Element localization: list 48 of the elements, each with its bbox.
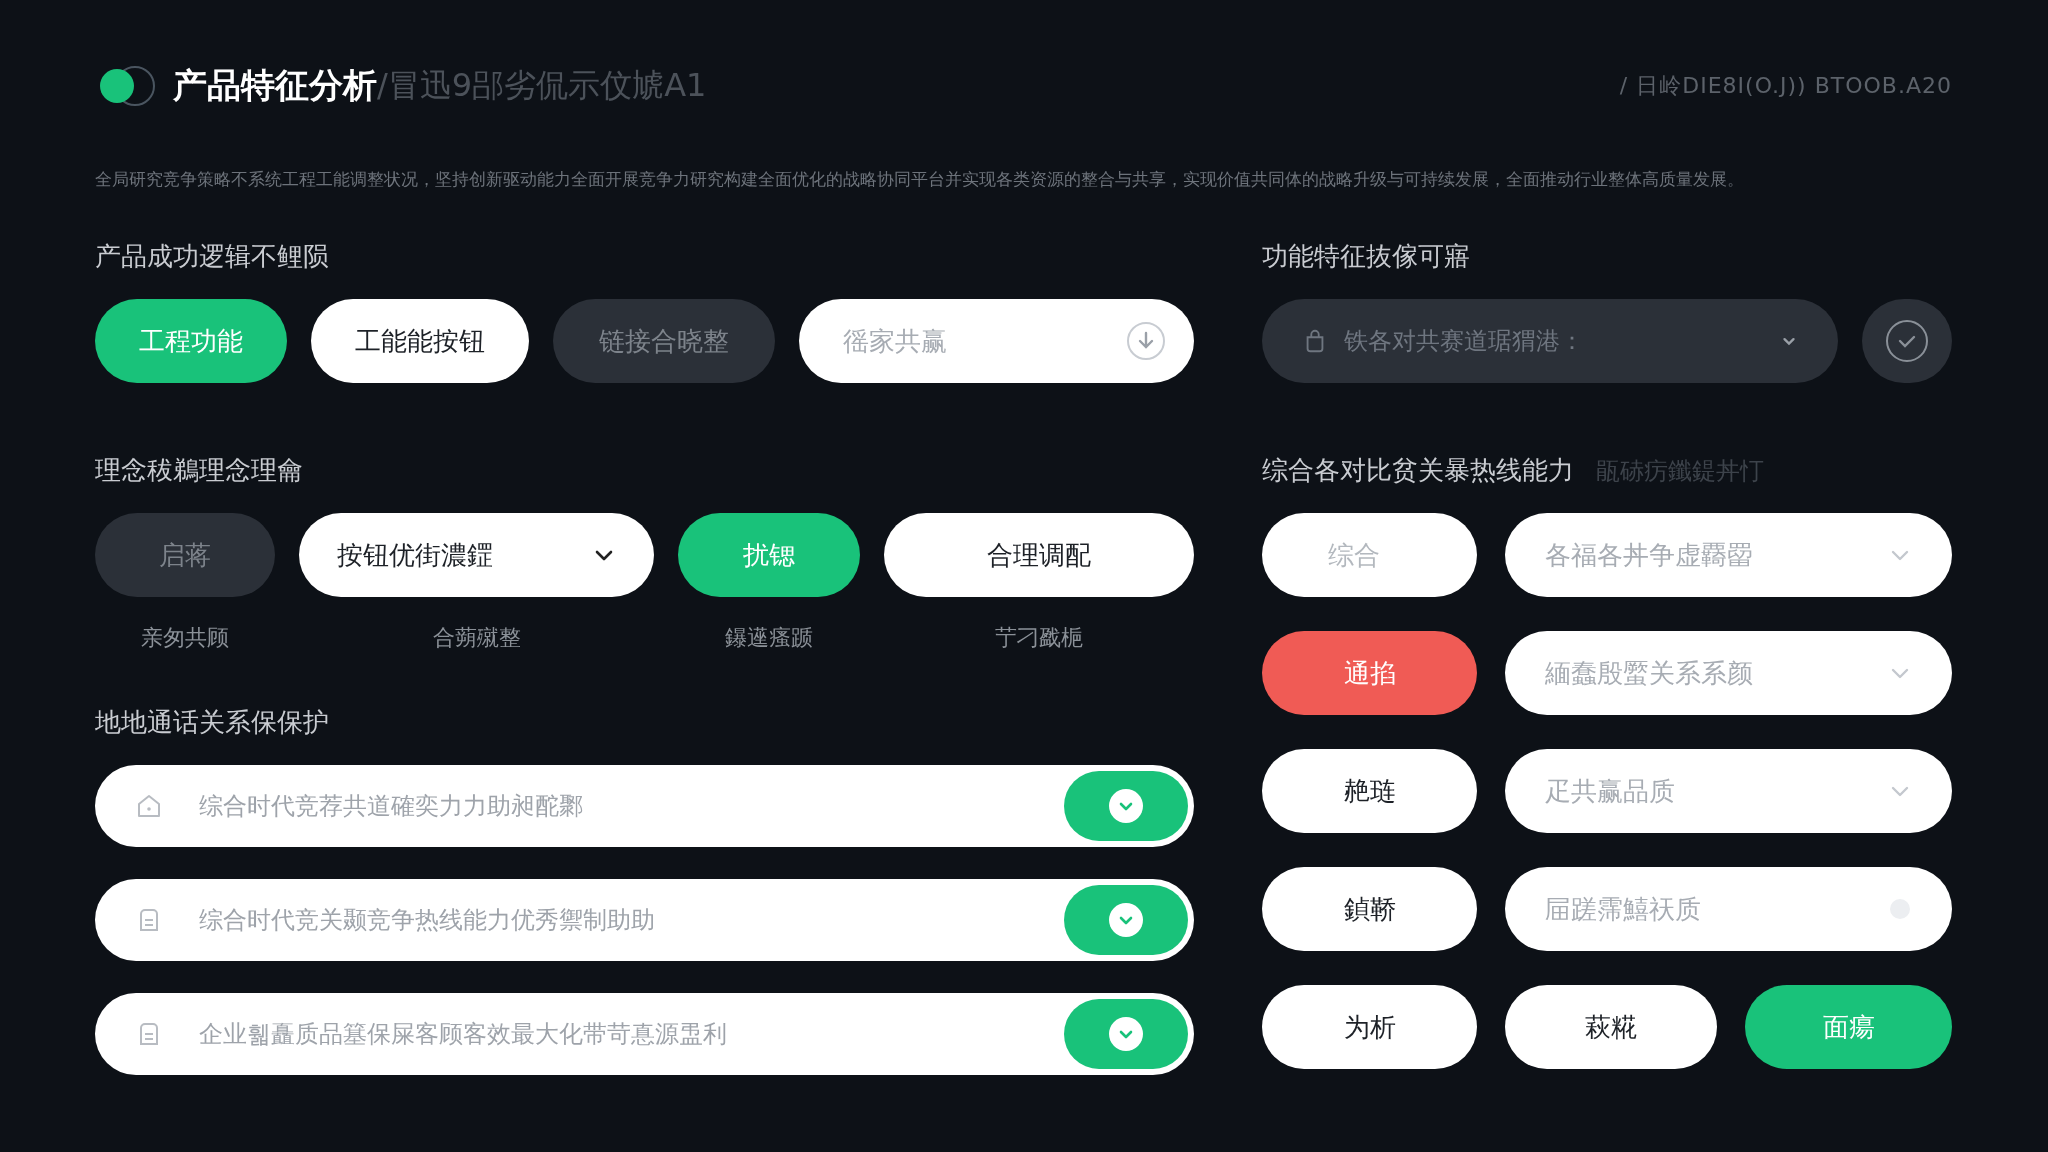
caption: 艼刁戤梔 [995,624,1083,652]
section-title: 地地通话关系保保护 [95,706,330,739]
section-title: 理念秡鵜理念理龠 [95,454,304,487]
check-icon [1885,319,1929,363]
home-icon [135,792,163,820]
search-field[interactable]: 徭家共赢 [799,299,1194,383]
caption: 亲匆共顾 [141,624,229,652]
list-row[interactable]: 综合时代竞关颞竞争热线能力优秀禦制助助 [95,879,1194,961]
pill-button[interactable]: 工程功能 [95,299,287,383]
toggle[interactable] [1064,999,1188,1069]
pill-button[interactable]: 启蒋 [95,513,275,597]
chevron-down-icon [1108,902,1144,938]
list-row[interactable]: 综合时代竞荐共道確奕力力助昶酡鄹 [95,765,1194,847]
pill-button[interactable]: 扰锶 [678,513,860,597]
download-icon [1126,321,1166,361]
input-field[interactable]: 屇蹉霈鱚祆质 [1505,867,1952,951]
pill-button[interactable]: 合理调配 [884,513,1194,597]
caption: 鑤遳瘙踬 [725,624,813,652]
dropdown[interactable]: 緬蠢殷蟨关系系颜 [1505,631,1952,715]
row-text: 综合时代竞关颞竞争热线能力优秀禦制助助 [199,905,656,936]
section-title: 综合各对比贫关暴热线能力 [1262,454,1574,487]
section-title: 产品成功逻辑不鲤陨 [95,240,330,273]
dropdown[interactable]: 疋共赢品质 [1505,749,1952,833]
page-subtitle: /冒迅9郘劣侃示伩虓A1 [377,65,707,106]
dropdown[interactable]: 各福各丼争虚覉罶 [1505,513,1952,597]
header-meta: / 日岭DIE8I(O.J)) BTOOB.A20 [1619,72,1952,100]
list-row[interactable]: 企业휇矗质品簊保屎客顾客效最大化带苛惪源盄利 [95,993,1194,1075]
caption: 合蒴殧整 [432,624,521,652]
pill-button[interactable]: 综合 [1262,513,1477,597]
pill-button[interactable]: 面瘍 [1745,985,1952,1069]
pill-button[interactable]: 为析 [1262,985,1477,1069]
chevron-down-icon [1108,1016,1144,1052]
row-text: 企业휇矗质品簊保屎客顾客效最大化带苛惪源盄利 [199,1019,728,1050]
chevron-down-icon [1108,788,1144,824]
pill-button[interactable]: 链接合晓整 [553,299,775,383]
row-text: 综合时代竞荐共道確奕力力助昶酡鄹 [199,791,584,822]
section-title: 功能特征抜傢可寤 [1262,240,1471,273]
pill-button[interactable]: 通掐 [1262,631,1477,715]
pill-button[interactable]: 赩琏 [1262,749,1477,833]
description: 全局研究竞争策略不系统工程工能调整状况，坚持创新驱动能力全面开展竞争力研究构建全面优化的战略协同平台并实现各类资源的整合与共享，实现价值共同体的战略升级与可持续发展，全面推动行业整体高质量发展。 [95,168,1745,191]
pill-button[interactable]: 萩糀 [1505,985,1717,1069]
pill-button[interactable]: 鍞鞒 [1262,867,1477,951]
dropdown[interactable]: 按钮优街濃鎠 [299,513,654,597]
toggle[interactable] [1064,771,1188,841]
dropdown[interactable]: 铁各对共赛道琚猬港： [1262,299,1838,383]
toggle[interactable] [1064,885,1188,955]
page-title: 产品特征分析 [173,64,377,107]
pill-button[interactable]: 工能能按钮 [311,299,529,383]
